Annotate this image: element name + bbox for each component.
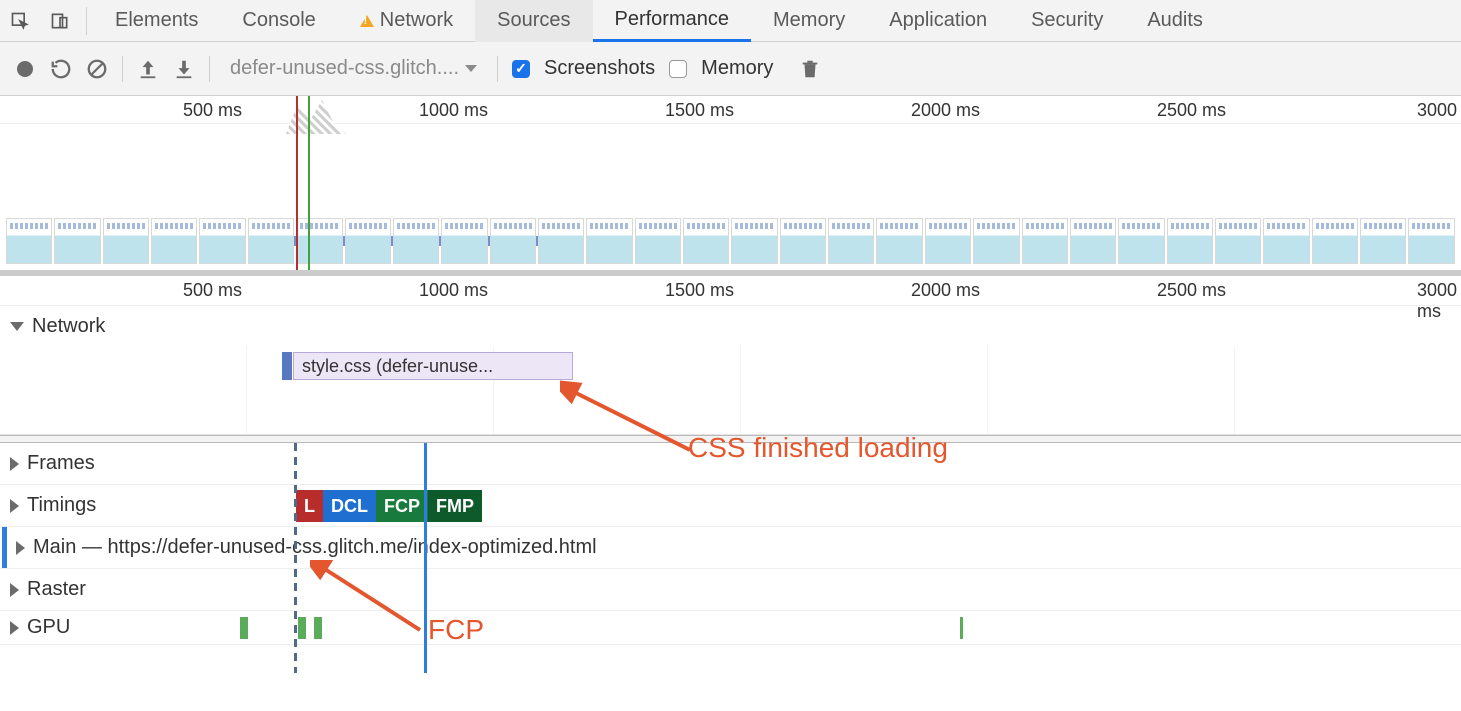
divider [497,56,498,82]
overview-ruler: 500 ms 1000 ms 1500 ms 2000 ms 2500 ms 3… [0,96,1461,124]
timings-row[interactable]: Timings L DCL FCP FMP [0,485,1461,527]
memory-checkbox[interactable] [669,60,687,78]
tab-console[interactable]: Console [220,0,337,42]
section-title: Network [32,315,105,338]
tick-label: 500 ms [183,280,246,301]
network-section: Network style.css (defer-unuse... [0,306,1461,435]
screenshots-checkbox[interactable]: ✓ [512,60,530,78]
timing-guideline [294,443,297,673]
network-request-label: style.css (defer-unuse... [302,356,493,377]
load-marker [296,96,298,270]
chevron-right-icon [16,541,25,555]
timing-badges: L DCL FCP FMP [296,490,482,522]
tab-audits[interactable]: Audits [1125,0,1225,42]
download-icon[interactable] [173,58,195,80]
tick-label: 500 ms [183,100,246,121]
tab-elements[interactable]: Elements [93,0,220,42]
tab-application[interactable]: Application [867,0,1009,42]
tab-label: Application [889,9,987,32]
tab-label: Audits [1147,9,1203,32]
tick-label: 3000 ms [1417,280,1461,322]
badge-fmp[interactable]: FMP [428,490,482,522]
section-title: GPU [27,616,70,639]
gpu-activity [298,617,306,639]
screenshot-thumb[interactable] [6,218,52,264]
network-request[interactable]: style.css (defer-unuse... [293,352,573,380]
screenshot-strip[interactable] [0,218,1461,264]
chevron-right-icon [10,499,19,513]
tab-label: Memory [773,9,845,32]
devtools-tabs: Elements Console Network Sources Perform… [0,0,1461,42]
tab-label: Performance [615,8,730,31]
network-header[interactable]: Network [0,306,1461,346]
section-title: Main — https://defer-unused-css.glitch.m… [33,536,597,559]
main-row[interactable]: Main — https://defer-unused-css.glitch.m… [0,527,1461,569]
divider [86,7,87,35]
record-button[interactable] [14,58,36,80]
tab-label: Elements [115,9,198,32]
tab-sources[interactable]: Sources [475,0,592,42]
gpu-activity [240,617,248,639]
main-indicator [2,527,7,568]
gpu-activity [314,617,322,639]
badge-load[interactable]: L [296,490,323,522]
device-toggle-icon[interactable] [40,1,80,41]
section-title: Frames [27,452,95,475]
warning-icon [360,15,374,27]
reload-button[interactable] [50,58,72,80]
tick-label: 1000 ms [419,100,492,121]
overview-timeline[interactable]: 500 ms 1000 ms 1500 ms 2000 ms 2500 ms 3… [0,96,1461,276]
chevron-right-icon [10,583,19,597]
cpu-sparkline [0,124,1461,196]
current-time-line[interactable] [424,443,427,673]
tab-label: Console [242,9,315,32]
recording-dropdown[interactable]: defer-unused-css.glitch.... [224,57,483,80]
section-title: Raster [27,578,86,601]
resize-handle[interactable] [0,435,1461,443]
frames-row[interactable]: Frames [0,443,1461,485]
tab-label: Network [380,9,453,32]
tick-label: 1500 ms [665,280,738,301]
clear-button[interactable] [86,58,108,80]
tab-label: Sources [497,9,570,32]
gpu-activity [960,617,963,639]
badge-fcp[interactable]: FCP [376,490,428,522]
flamechart[interactable]: Frames Timings L DCL FCP FMP Main — http… [0,443,1461,673]
tick-label: 2500 ms [1157,280,1230,301]
chevron-down-icon [465,65,477,72]
divider [209,56,210,82]
chevron-right-icon [10,457,19,471]
upload-icon[interactable] [137,58,159,80]
chevron-down-icon [10,322,24,331]
divider [122,56,123,82]
dropdown-label: defer-unused-css.glitch.... [230,57,459,80]
memory-label: Memory [701,57,773,80]
tick-label: 2000 ms [911,100,984,121]
tab-security[interactable]: Security [1009,0,1125,42]
fcp-marker [308,96,310,270]
screenshots-label: Screenshots [544,57,655,80]
network-track[interactable]: style.css (defer-unuse... [0,346,1461,434]
network-request-wait [282,352,292,380]
tick-label: 1500 ms [665,100,738,121]
tick-label: 2500 ms [1157,100,1230,121]
tick-label: 2000 ms [911,280,984,301]
tick-label: 3000 [1417,100,1461,121]
badge-dcl[interactable]: DCL [323,490,376,522]
tab-performance[interactable]: Performance [593,0,752,42]
tick-label: 1000 ms [419,280,492,301]
detail-ruler: 500 ms 1000 ms 1500 ms 2000 ms 2500 ms 3… [0,276,1461,306]
inspect-icon[interactable] [0,1,40,41]
section-title: Timings [27,494,96,517]
tab-memory[interactable]: Memory [751,0,867,42]
tab-network[interactable]: Network [338,0,475,42]
raster-row[interactable]: Raster [0,569,1461,611]
performance-toolbar: defer-unused-css.glitch.... ✓ Screenshot… [0,42,1461,96]
chevron-right-icon [10,621,19,635]
trash-icon[interactable] [799,58,821,80]
tab-label: Security [1031,9,1103,32]
gpu-row[interactable]: GPU [0,611,1461,645]
